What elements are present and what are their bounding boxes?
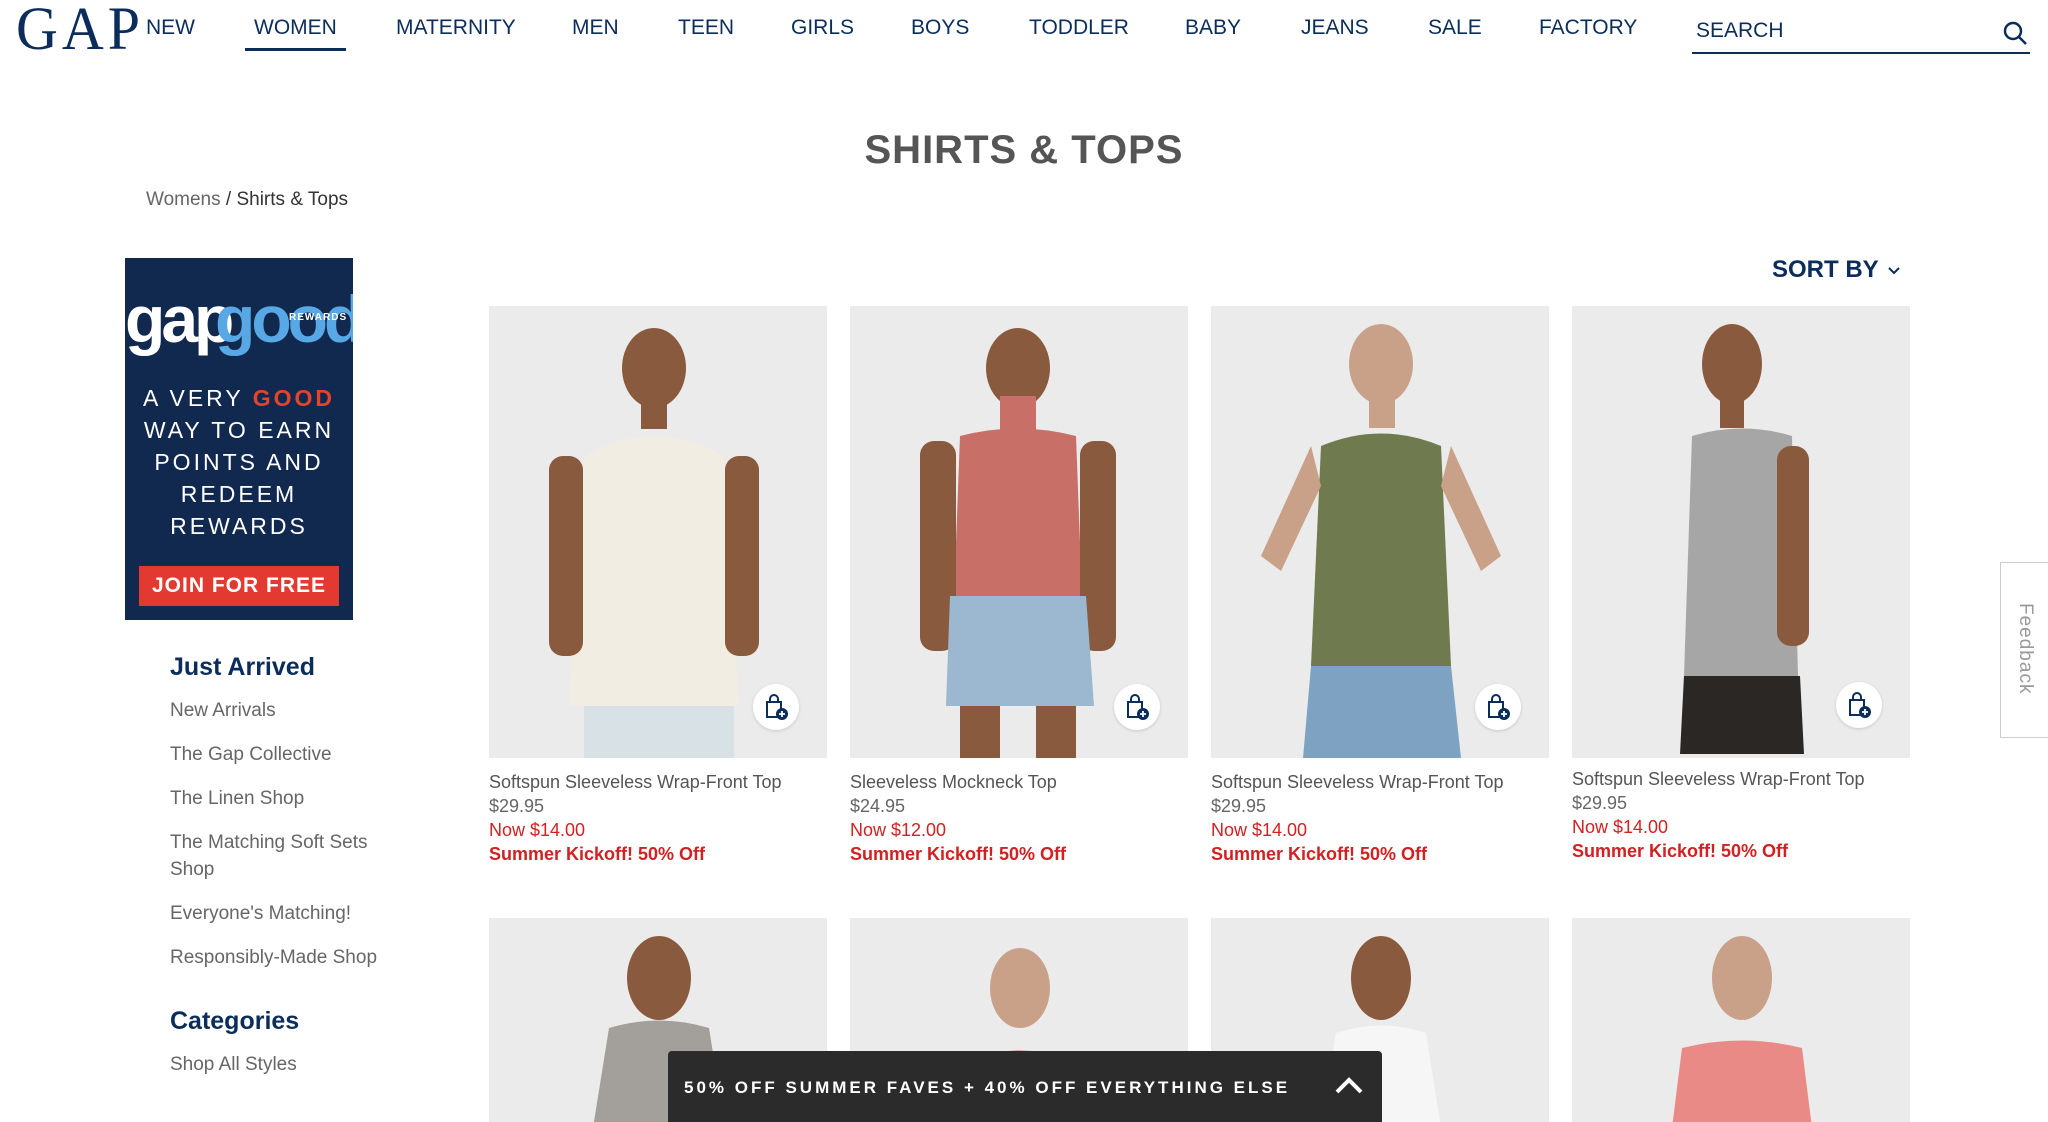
sidebar-heading-just-arrived: Just Arrived [170,653,315,681]
shopping-bag-plus-icon [1488,694,1510,720]
promo-line3: POINTS AND [154,449,324,475]
promo-line1b: GOOD [252,385,335,411]
breadcrumb-separator: / [220,189,237,210]
join-for-free-button[interactable]: JOIN FOR FREE [139,566,339,606]
product-sale-price: Now $14.00 [1211,820,1308,840]
nav-item-girls[interactable]: GIRLS [782,14,863,48]
logo-text: GAP [16,0,145,63]
nav-item-new[interactable]: NEW [137,14,204,48]
add-to-bag-button[interactable] [1836,682,1882,728]
nav-item-maternity[interactable]: MATERNITY [387,14,525,48]
promo-line4: REDEEM [180,481,298,507]
sidebar-item-shop-all-styles[interactable]: Shop All Styles [170,1051,410,1078]
model-illustration [1572,918,1910,1122]
nav-item-boys[interactable]: BOYS [902,14,978,48]
gap-logo[interactable]: GAP [16,0,145,63]
promo-line1a: A VERY [143,385,253,411]
sidebar-heading-categories: Categories [170,1007,300,1035]
product-original-price: $29.95 [489,796,545,816]
add-to-bag-button[interactable] [1114,684,1160,730]
promo-banner-text: 50% OFF SUMMER FAVES + 40% OFF EVERYTHIN… [684,1078,1291,1097]
promo-line2: WAY TO EARN [143,417,335,443]
add-to-bag-button[interactable] [1475,684,1521,730]
product-promo: Summer Kickoff! 50% Off [489,844,706,864]
chevron-up-icon[interactable] [1334,1075,1364,1095]
nav-item-baby[interactable]: BABY [1176,14,1250,48]
sidebar-item-responsibly-made[interactable]: Responsibly-Made Shop [170,944,410,971]
sort-by-label: SORT BY [1772,256,1879,283]
breadcrumb: Womens / Shirts & Tops [146,189,348,211]
sidebar-item-everyones-matching[interactable]: Everyone's Matching! [170,900,410,927]
breadcrumb-womens[interactable]: Womens [146,189,221,210]
product-sale-price: Now $14.00 [489,820,586,840]
product-name[interactable]: Softspun Sleeveless Wrap-Front Top [1572,769,1864,790]
sort-by-dropdown[interactable]: SORT BY [1772,256,1901,284]
nav-item-sale[interactable]: SALE [1419,14,1491,48]
nav-item-jeans[interactable]: JEANS [1292,14,1378,48]
product-name[interactable]: Sleeveless Mockneck Top [850,772,1057,793]
product-image[interactable] [1572,918,1910,1122]
page-title: SHIRTS & TOPS [864,128,1184,172]
product-original-price: $29.95 [1211,796,1267,816]
search-input[interactable] [1692,14,1972,48]
sidebar-item-new-arrivals[interactable]: New Arrivals [170,697,410,724]
sidebar-item-gap-collective[interactable]: The Gap Collective [170,741,410,768]
feedback-label: Feedback [2015,603,2036,695]
nav-item-toddler[interactable]: TODDLER [1020,14,1138,48]
product-original-price: $24.95 [850,796,906,816]
promo-line5: REWARDS [170,513,308,539]
shopping-bag-plus-icon [1849,692,1871,718]
product-name[interactable]: Softspun Sleeveless Wrap-Front Top [1211,772,1503,793]
search-icon[interactable] [2002,20,2028,46]
chevron-down-icon [1887,267,1900,275]
gapgood-rewards-promo[interactable]: gap good gapgood REWARDS A VERY GOOD WAY… [125,258,353,620]
sidebar-item-matching-soft-sets[interactable]: The Matching Soft Sets Shop [170,829,410,883]
sidebar-item-linen-shop[interactable]: The Linen Shop [170,785,410,812]
product-sale-price: Now $14.00 [1572,817,1669,837]
product-name[interactable]: Softspun Sleeveless Wrap-Front Top [489,772,781,793]
product-promo: Summer Kickoff! 50% Off [850,844,1067,864]
breadcrumb-current: Shirts & Tops [236,189,349,210]
nav-item-women[interactable]: WOMEN [245,14,346,51]
promo-rewards-tag: REWARDS [289,312,348,323]
product-sale-price: Now $12.00 [850,820,947,840]
add-to-bag-button[interactable] [753,684,799,730]
product-promo: Summer Kickoff! 50% Off [1211,844,1428,864]
shopping-bag-plus-icon [766,694,788,720]
product-promo: Summer Kickoff! 50% Off [1572,841,1789,861]
nav-item-men[interactable]: MEN [563,14,628,48]
nav-item-factory[interactable]: FACTORY [1530,14,1646,48]
nav-item-teen[interactable]: TEEN [669,14,743,48]
shopping-bag-plus-icon [1127,694,1149,720]
search-box [1692,14,2030,54]
promo-banner[interactable]: 50% OFF SUMMER FAVES + 40% OFF EVERYTHIN… [668,1051,1382,1122]
feedback-tab[interactable]: Feedback [2000,562,2048,738]
product-original-price: $29.95 [1572,793,1628,813]
promo-message: A VERY GOOD WAY TO EARN POINTS AND REDEE… [125,382,353,542]
